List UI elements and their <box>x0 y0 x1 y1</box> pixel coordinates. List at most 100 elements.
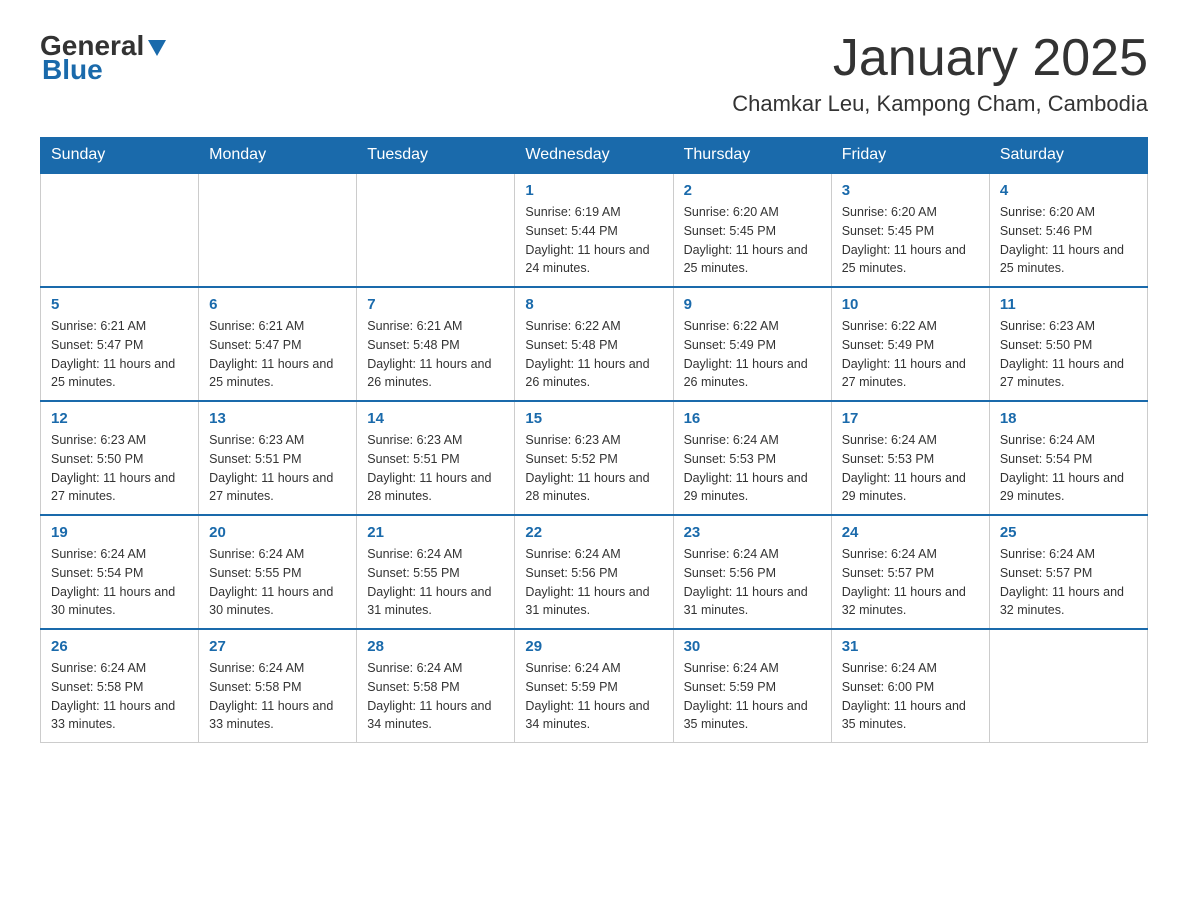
day-number: 18 <box>1000 410 1137 427</box>
calendar-cell: 12 Sunrise: 6:23 AM Sunset: 5:50 PM Dayli… <box>41 401 199 515</box>
calendar-cell: 8Sunrise: 6:22 AM Sunset: 5:48 PM Daylig… <box>515 287 673 401</box>
calendar-cell: 5 Sunrise: 6:21 AM Sunset: 5:47 PM Daylig… <box>41 287 199 401</box>
day-info: Sunrise: 6:24 AM Sunset: 5:53 PM Dayligh… <box>684 431 821 506</box>
day-number: 15 <box>525 410 662 427</box>
day-number: 22 <box>525 524 662 541</box>
day-info: Sunrise: 6:24 AM Sunset: 5:59 PM Dayligh… <box>684 659 821 734</box>
calendar-cell: 15 Sunrise: 6:23 AM Sunset: 5:52 PM Dayli… <box>515 401 673 515</box>
day-number: 13 <box>209 410 346 427</box>
day-number: 7 <box>367 296 504 313</box>
calendar-cell: 18 Sunrise: 6:24 AM Sunset: 5:54 PM Dayli… <box>989 401 1147 515</box>
calendar-cell <box>199 173 357 287</box>
calendar-cell: 1Sunrise: 6:19 AM Sunset: 5:44 PM Daylig… <box>515 173 673 287</box>
title-section: January 2025 Chamkar Leu, Kampong Cham, … <box>732 30 1148 117</box>
day-info: Sunrise: 6:23 AM Sunset: 5:50 PM Dayligh… <box>51 431 188 506</box>
day-number: 12 <box>51 410 188 427</box>
calendar-cell <box>357 173 515 287</box>
calendar-cell: 14Sunrise: 6:23 AM Sunset: 5:51 PM Dayli… <box>357 401 515 515</box>
day-number: 16 <box>684 410 821 427</box>
day-info: Sunrise: 6:24 AM Sunset: 5:54 PM Dayligh… <box>1000 431 1137 506</box>
calendar-week-row: 19Sunrise: 6:24 AM Sunset: 5:54 PM Dayli… <box>41 515 1148 629</box>
day-number: 21 <box>367 524 504 541</box>
day-info: Sunrise: 6:20 AM Sunset: 5:45 PM Dayligh… <box>842 203 979 278</box>
logo-blue-text: Blue <box>42 54 103 86</box>
day-info: Sunrise: 6:24 AM Sunset: 5:58 PM Dayligh… <box>209 659 346 734</box>
day-info: Sunrise: 6:21 AM Sunset: 5:47 PM Dayligh… <box>51 317 188 392</box>
day-of-week-header: Tuesday <box>357 138 515 174</box>
day-of-week-header: Monday <box>199 138 357 174</box>
day-info: Sunrise: 6:22 AM Sunset: 5:49 PM Dayligh… <box>684 317 821 392</box>
day-number: 24 <box>842 524 979 541</box>
day-info: Sunrise: 6:22 AM Sunset: 5:49 PM Dayligh… <box>842 317 979 392</box>
day-number: 5 <box>51 296 188 313</box>
calendar-week-row: 1Sunrise: 6:19 AM Sunset: 5:44 PM Daylig… <box>41 173 1148 287</box>
logo-triangle-icon <box>146 36 168 58</box>
day-info: Sunrise: 6:24 AM Sunset: 5:53 PM Dayligh… <box>842 431 979 506</box>
location-title: Chamkar Leu, Kampong Cham, Cambodia <box>732 91 1148 117</box>
calendar-cell: 29Sunrise: 6:24 AM Sunset: 5:59 PM Dayli… <box>515 629 673 743</box>
calendar-cell: 23Sunrise: 6:24 AM Sunset: 5:56 PM Dayli… <box>673 515 831 629</box>
month-title: January 2025 <box>732 30 1148 87</box>
calendar-cell: 31Sunrise: 6:24 AM Sunset: 6:00 PM Dayli… <box>831 629 989 743</box>
calendar-cell: 6 Sunrise: 6:21 AM Sunset: 5:47 PM Daylig… <box>199 287 357 401</box>
day-info: Sunrise: 6:24 AM Sunset: 5:57 PM Dayligh… <box>842 545 979 620</box>
day-info: Sunrise: 6:24 AM Sunset: 5:58 PM Dayligh… <box>367 659 504 734</box>
day-of-week-header: Saturday <box>989 138 1147 174</box>
calendar-cell: 24 Sunrise: 6:24 AM Sunset: 5:57 PM Dayli… <box>831 515 989 629</box>
page-header: General Blue January 2025 Chamkar Leu, K… <box>40 30 1148 117</box>
day-number: 9 <box>684 296 821 313</box>
day-of-week-header: Wednesday <box>515 138 673 174</box>
calendar-cell: 10 Sunrise: 6:22 AM Sunset: 5:49 PM Dayli… <box>831 287 989 401</box>
day-info: Sunrise: 6:24 AM Sunset: 5:54 PM Dayligh… <box>51 545 188 620</box>
day-number: 4 <box>1000 182 1137 199</box>
day-number: 6 <box>209 296 346 313</box>
calendar-cell: 30 Sunrise: 6:24 AM Sunset: 5:59 PM Dayli… <box>673 629 831 743</box>
day-info: Sunrise: 6:24 AM Sunset: 5:56 PM Dayligh… <box>525 545 662 620</box>
calendar-week-row: 5 Sunrise: 6:21 AM Sunset: 5:47 PM Daylig… <box>41 287 1148 401</box>
calendar-cell: 27 Sunrise: 6:24 AM Sunset: 5:58 PM Dayli… <box>199 629 357 743</box>
day-info: Sunrise: 6:24 AM Sunset: 5:55 PM Dayligh… <box>209 545 346 620</box>
calendar-cell: 25Sunrise: 6:24 AM Sunset: 5:57 PM Dayli… <box>989 515 1147 629</box>
day-info: Sunrise: 6:24 AM Sunset: 5:55 PM Dayligh… <box>367 545 504 620</box>
day-number: 3 <box>842 182 979 199</box>
calendar-cell: 22 Sunrise: 6:24 AM Sunset: 5:56 PM Dayli… <box>515 515 673 629</box>
calendar-cell: 17 Sunrise: 6:24 AM Sunset: 5:53 PM Dayli… <box>831 401 989 515</box>
day-number: 30 <box>684 638 821 655</box>
calendar-cell: 7 Sunrise: 6:21 AM Sunset: 5:48 PM Daylig… <box>357 287 515 401</box>
calendar-table: SundayMondayTuesdayWednesdayThursdayFrid… <box>40 137 1148 743</box>
day-number: 26 <box>51 638 188 655</box>
day-number: 2 <box>684 182 821 199</box>
calendar-cell: 21 Sunrise: 6:24 AM Sunset: 5:55 PM Dayli… <box>357 515 515 629</box>
calendar-cell: 20 Sunrise: 6:24 AM Sunset: 5:55 PM Dayli… <box>199 515 357 629</box>
calendar-cell: 9 Sunrise: 6:22 AM Sunset: 5:49 PM Daylig… <box>673 287 831 401</box>
day-info: Sunrise: 6:24 AM Sunset: 5:57 PM Dayligh… <box>1000 545 1137 620</box>
calendar-cell <box>989 629 1147 743</box>
day-info: Sunrise: 6:23 AM Sunset: 5:51 PM Dayligh… <box>367 431 504 506</box>
day-of-week-header: Sunday <box>41 138 199 174</box>
day-info: Sunrise: 6:23 AM Sunset: 5:51 PM Dayligh… <box>209 431 346 506</box>
day-number: 20 <box>209 524 346 541</box>
day-number: 27 <box>209 638 346 655</box>
day-number: 17 <box>842 410 979 427</box>
day-info: Sunrise: 6:24 AM Sunset: 6:00 PM Dayligh… <box>842 659 979 734</box>
calendar-cell: 3 Sunrise: 6:20 AM Sunset: 5:45 PM Daylig… <box>831 173 989 287</box>
calendar-cell: 19Sunrise: 6:24 AM Sunset: 5:54 PM Dayli… <box>41 515 199 629</box>
calendar-cell <box>41 173 199 287</box>
day-number: 28 <box>367 638 504 655</box>
calendar-cell: 13 Sunrise: 6:23 AM Sunset: 5:51 PM Dayli… <box>199 401 357 515</box>
day-info: Sunrise: 6:20 AM Sunset: 5:46 PM Dayligh… <box>1000 203 1137 278</box>
day-number: 23 <box>684 524 821 541</box>
day-of-week-header: Thursday <box>673 138 831 174</box>
day-info: Sunrise: 6:21 AM Sunset: 5:47 PM Dayligh… <box>209 317 346 392</box>
day-info: Sunrise: 6:19 AM Sunset: 5:44 PM Dayligh… <box>525 203 662 278</box>
day-info: Sunrise: 6:21 AM Sunset: 5:48 PM Dayligh… <box>367 317 504 392</box>
day-info: Sunrise: 6:24 AM Sunset: 5:59 PM Dayligh… <box>525 659 662 734</box>
calendar-cell: 11Sunrise: 6:23 AM Sunset: 5:50 PM Dayli… <box>989 287 1147 401</box>
day-number: 11 <box>1000 296 1137 313</box>
day-info: Sunrise: 6:23 AM Sunset: 5:52 PM Dayligh… <box>525 431 662 506</box>
calendar-week-row: 12 Sunrise: 6:23 AM Sunset: 5:50 PM Dayli… <box>41 401 1148 515</box>
day-number: 10 <box>842 296 979 313</box>
logo: General Blue <box>40 30 168 86</box>
calendar-header-row: SundayMondayTuesdayWednesdayThursdayFrid… <box>41 138 1148 174</box>
calendar-cell: 4 Sunrise: 6:20 AM Sunset: 5:46 PM Daylig… <box>989 173 1147 287</box>
